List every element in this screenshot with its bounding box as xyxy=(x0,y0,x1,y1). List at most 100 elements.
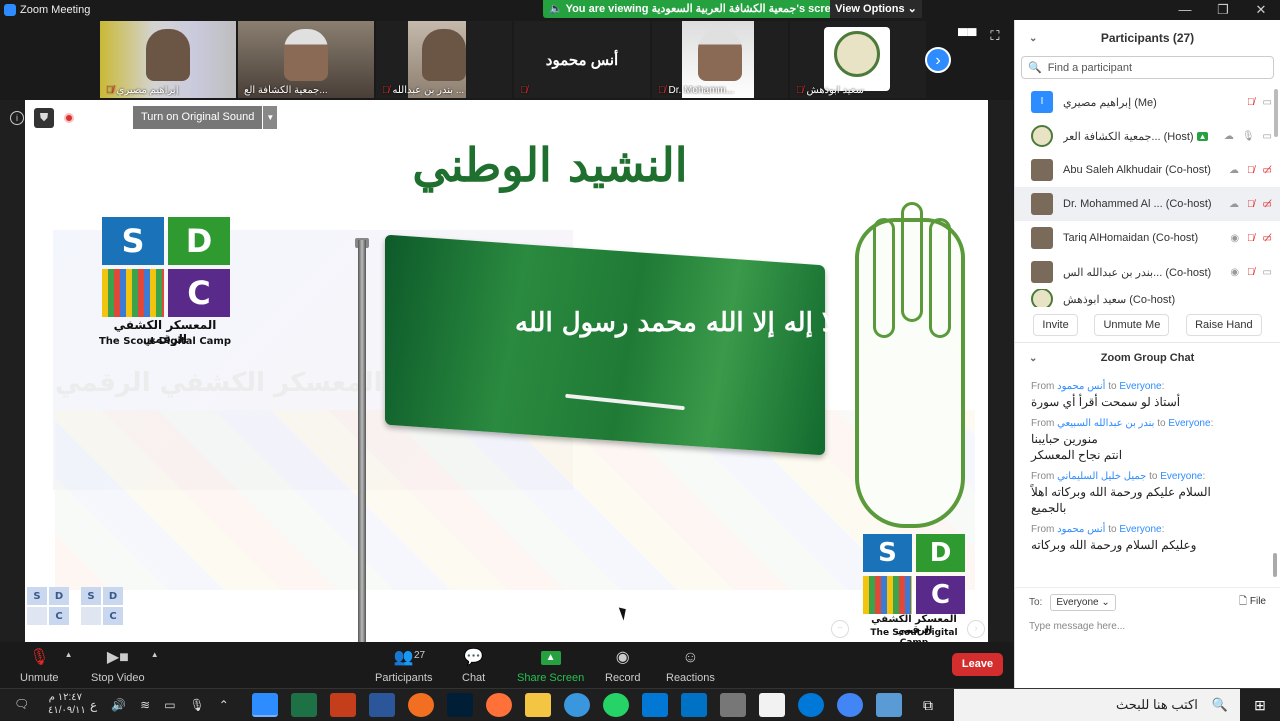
participant-row[interactable]: بندر بن عبدالله الس... (Co-host) ◉ 🎙̸ ▭ xyxy=(1015,255,1280,289)
edge-icon[interactable] xyxy=(798,693,824,717)
video-thumbnail[interactable]: 🎙̸ سعيد ابوذهش xyxy=(790,21,926,98)
volume-icon[interactable]: 🔊 xyxy=(111,698,126,712)
firefox-icon[interactable] xyxy=(486,693,512,717)
reactions-button[interactable]: ☺ Reactions xyxy=(666,648,715,684)
participant-search-input[interactable]: 🔍 Find a participant xyxy=(1021,56,1274,79)
chat-input[interactable]: Type message here... xyxy=(1015,617,1280,636)
minimize-button[interactable]: — xyxy=(1166,0,1204,20)
layout-icon[interactable]: ▀▀ xyxy=(958,28,976,44)
maximize-button[interactable]: ❐ xyxy=(1204,0,1242,20)
stop-video-button[interactable]: ▶■ ▲ Stop Video xyxy=(91,648,159,684)
view-options-button[interactable]: View Options ⌄ xyxy=(830,0,922,18)
app-icon[interactable] xyxy=(720,693,746,717)
unmute-button[interactable]: 🎙 ▲ Unmute xyxy=(20,648,73,684)
file-button[interactable]: 🗋 File xyxy=(1239,594,1266,611)
sdc-d: D xyxy=(103,587,123,605)
taskbar-clock[interactable]: ١٢:٤٧ م ٤١/٠٩/١١ xyxy=(48,691,86,717)
slide-next-icon[interactable]: › xyxy=(967,620,985,638)
participant-row[interactable]: Dr. Mohammed Al ... (Co-host) ☁ 🎙̸ ▭̸ xyxy=(1015,187,1280,221)
app-icon[interactable] xyxy=(564,693,590,717)
mic-icon[interactable]: 🎙 xyxy=(190,698,205,712)
participant-row[interactable]: سعيد ابوذهش (Co-host) xyxy=(1015,289,1280,307)
chevron-up-icon[interactable]: ▲ xyxy=(65,650,73,659)
participant-row[interactable]: جمعية الكشافة العر... (Host) ▲ ☁ 🎙 ▭ xyxy=(1015,119,1280,153)
notification-icon[interactable]: 🗨 xyxy=(14,697,29,711)
browser-icon[interactable] xyxy=(408,693,434,717)
thumbnail-label: جمعية الكشافة الع... xyxy=(244,85,370,96)
search-icon: 🔍 xyxy=(1211,697,1228,712)
close-button[interactable]: ✕ xyxy=(1242,0,1280,20)
chat-title: Zoom Group Chat xyxy=(1100,352,1195,364)
chat-recipient[interactable]: Everyone xyxy=(1119,524,1161,535)
app-icon[interactable] xyxy=(876,693,902,717)
raise-hand-button[interactable]: Raise Hand xyxy=(1186,313,1262,336)
chat-scrollbar[interactable] xyxy=(1273,553,1277,577)
thumbnail-name: Dr. Mohamm... xyxy=(668,85,735,96)
photoshop-icon[interactable] xyxy=(447,693,473,717)
participant-scrollbar[interactable] xyxy=(1274,89,1278,137)
wifi-icon[interactable]: ≋ xyxy=(140,698,150,712)
chat-recipient[interactable]: Everyone xyxy=(1160,471,1202,482)
shield-icon[interactable]: ⛊ xyxy=(34,108,54,128)
video-thumbnail[interactable]: 🎙̸ بندر بن عبدالله ... xyxy=(376,21,512,98)
video-thumbnail[interactable]: أنس محمود 🎙̸ xyxy=(514,21,650,98)
chat-sender[interactable]: جميل خليل السليماني xyxy=(1057,471,1146,482)
taskbar-search[interactable]: اكتب هنا للبحث 🔍 xyxy=(954,689,1240,721)
video-thumbnail[interactable]: 🎙̸ إبراهيم مصيري xyxy=(100,21,236,98)
sdc-s: S xyxy=(27,587,47,605)
file-explorer-icon[interactable] xyxy=(525,693,551,717)
finger xyxy=(901,202,923,322)
record-icon: ◉ xyxy=(615,649,630,666)
chrome-icon[interactable] xyxy=(837,693,863,717)
whatsapp-icon[interactable] xyxy=(603,693,629,717)
record-button[interactable]: ◉ Record xyxy=(605,648,640,684)
info-icon[interactable]: i xyxy=(10,111,24,125)
chat-button[interactable]: 💬 Chat xyxy=(462,648,485,684)
video-thumbnail[interactable]: 🎙̸ Dr. Mohamm... xyxy=(652,21,788,98)
participant-row[interactable]: Abu Saleh Alkhudair (Co-host) ☁ 🎙̸ ▭̸ xyxy=(1015,153,1280,187)
app-icon[interactable] xyxy=(642,693,668,717)
invite-button[interactable]: Invite xyxy=(1033,313,1078,336)
collapse-chevron-icon[interactable]: ⌄ xyxy=(1029,33,1037,44)
chat-recipient[interactable]: Everyone xyxy=(1168,418,1210,429)
mail-icon[interactable] xyxy=(681,693,707,717)
participant-name: إبراهيم مصيري (Me) xyxy=(1063,96,1157,109)
zoom-app-icon xyxy=(4,4,16,16)
participant-row[interactable]: I إبراهيم مصيري (Me) 🎙̸ ▭ xyxy=(1015,85,1280,119)
word-icon[interactable] xyxy=(369,693,395,717)
share-screen-button[interactable]: ▲ Share Screen xyxy=(517,648,584,684)
task-view-icon[interactable]: ⧉ xyxy=(915,693,941,717)
start-button[interactable]: ⊞ xyxy=(1240,689,1280,721)
sdc-logo: S D C xyxy=(863,534,965,614)
next-thumbnails-button[interactable]: › xyxy=(925,47,951,73)
chat-sender[interactable]: بندر بن عبدالله السبيعي xyxy=(1057,418,1154,429)
participant-status: ◉ 🎙̸ ▭̸ xyxy=(1230,233,1272,244)
excel-icon[interactable] xyxy=(291,693,317,717)
powerpoint-icon[interactable] xyxy=(330,693,356,717)
chat-recipient[interactable]: Everyone xyxy=(1119,381,1161,392)
collapse-chevron-icon[interactable]: ⌄ xyxy=(1029,353,1037,364)
leave-button[interactable]: Leave xyxy=(952,653,1003,676)
cloud-icon: ☁ xyxy=(1229,198,1240,210)
chat-sender[interactable]: أنس محمود xyxy=(1057,381,1105,392)
participant-status: 🎙̸ ▭ xyxy=(1247,97,1272,108)
language-indicator[interactable]: ع xyxy=(90,698,97,712)
chat-text: أستاذ لو سمحت أقرأ أي سورة xyxy=(1031,395,1181,409)
participant-video xyxy=(698,29,742,81)
participant-name: Tariq AlHomaidan (Co-host) xyxy=(1063,232,1199,244)
fullscreen-icon[interactable]: ⛶ xyxy=(990,28,999,44)
tray-overflow-icon[interactable]: ⌃ xyxy=(219,698,229,712)
participant-row[interactable]: Tariq AlHomaidan (Co-host) ◉ 🎙̸ ▭̸ xyxy=(1015,221,1280,255)
unmute-me-button[interactable]: Unmute Me xyxy=(1094,313,1170,336)
chevron-up-icon[interactable]: ▲ xyxy=(151,650,159,659)
original-sound-button[interactable]: Turn on Original Sound xyxy=(133,106,263,129)
finger xyxy=(873,218,895,338)
battery-icon[interactable]: ▭ xyxy=(164,698,175,712)
chevron-down-icon[interactable]: ▼ xyxy=(263,106,278,129)
zoom-taskbar-icon[interactable] xyxy=(252,693,278,717)
chat-sender[interactable]: أنس محمود xyxy=(1057,524,1105,535)
video-thumbnail-active-speaker[interactable]: جمعية الكشافة الع... xyxy=(238,21,374,98)
store-icon[interactable] xyxy=(759,693,785,717)
recipient-select[interactable]: Everyone ⌄ xyxy=(1050,594,1116,611)
slide-prev-icon[interactable]: − xyxy=(831,620,849,638)
